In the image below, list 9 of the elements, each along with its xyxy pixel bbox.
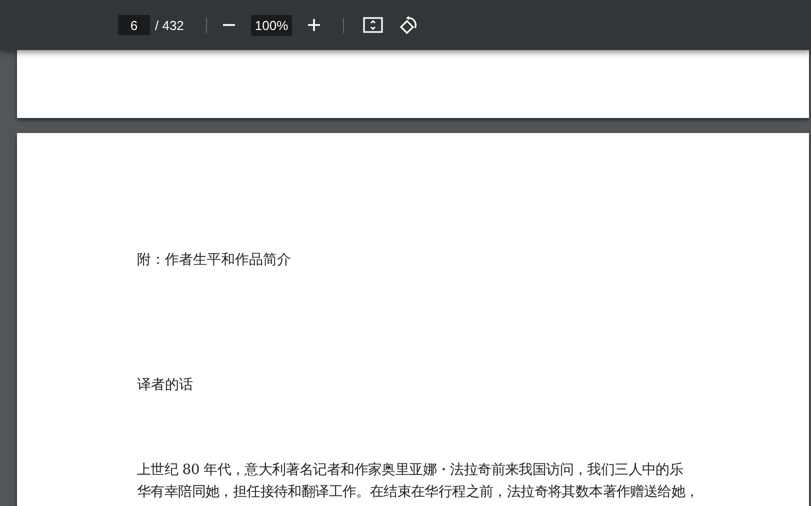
page-total: / 432 <box>155 18 184 32</box>
page-heading: 附：作者生平和作品简介 <box>137 251 292 269</box>
page-number-field[interactable]: 6 <box>118 15 150 35</box>
section-title: 译者的话 <box>137 376 194 394</box>
fit-page-icon[interactable] <box>363 17 384 33</box>
zoom-field[interactable]: 100% <box>250 14 292 36</box>
body-paragraph: 上世纪 80 年代，意大利著名记者和作家奥里亚娜・法拉奇前来我国访问，我们三人中的乐 华有幸陪同她，担任接待和翻译工作。在结束在华行程之前，法拉奇将其数本著作赠送给她， <box>137 461 697 502</box>
rotate-icon[interactable] <box>399 16 418 34</box>
zoom-in-icon[interactable] <box>307 18 322 32</box>
